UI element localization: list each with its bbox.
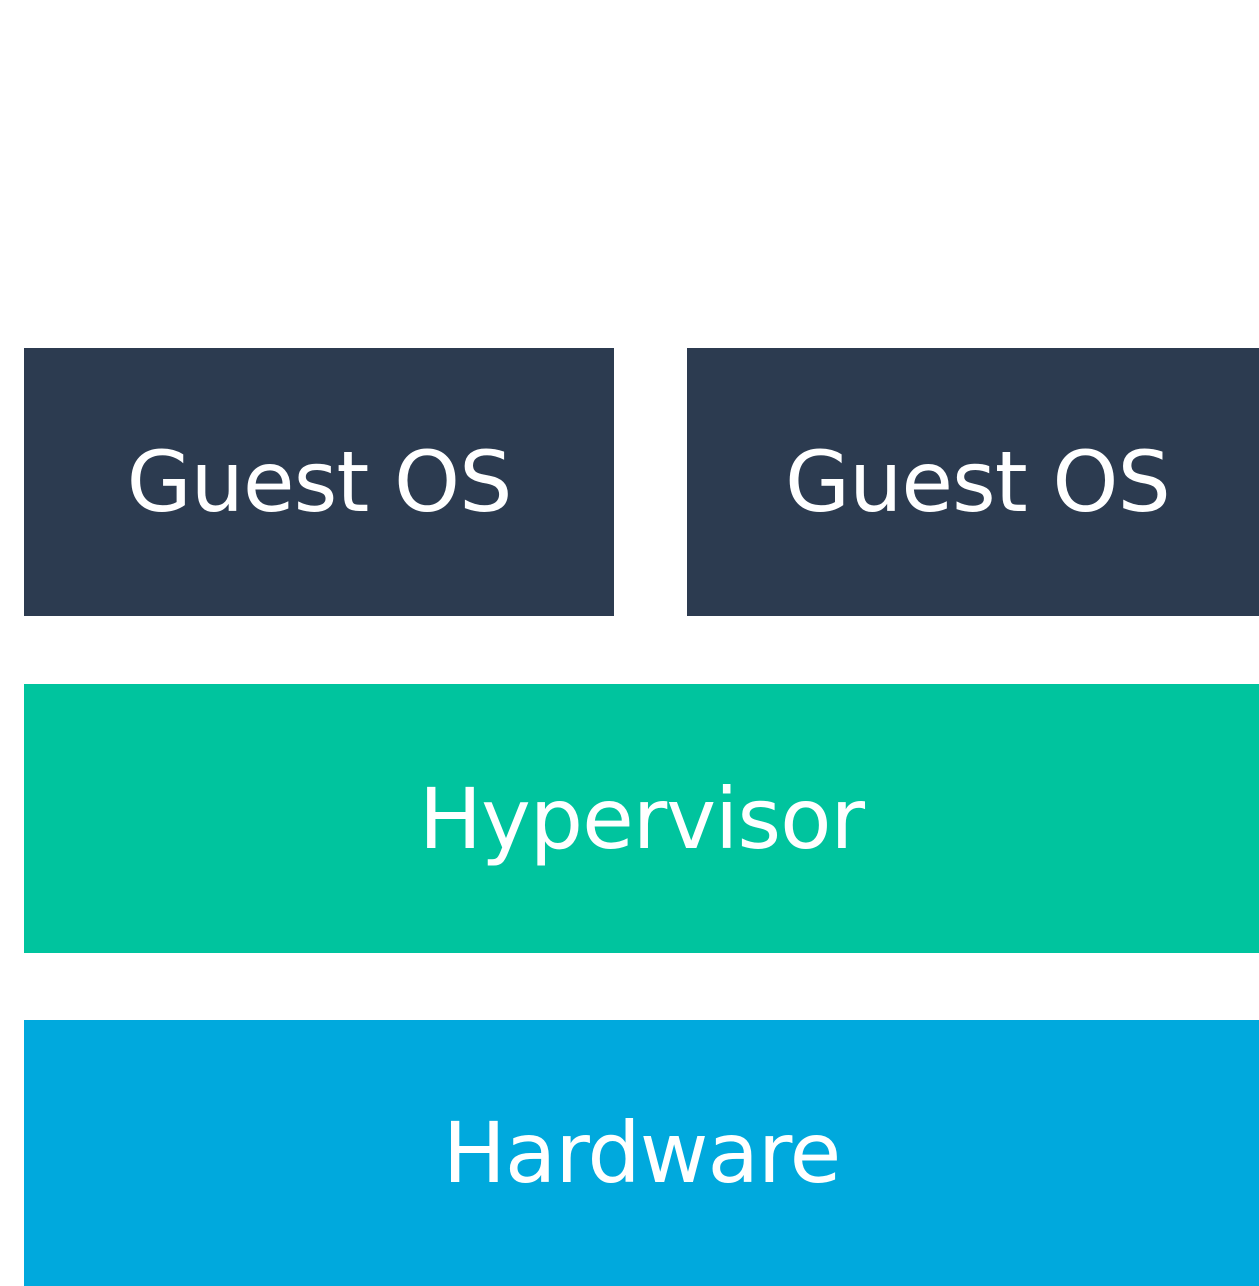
guest-os-block: Guest OS (24, 348, 614, 616)
guest-os-block: Guest OS (687, 348, 1259, 616)
guest-os-label: Guest OS (126, 433, 513, 531)
hardware-block: Hardware (24, 1020, 1259, 1286)
hypervisor-label: Hypervisor (418, 769, 865, 868)
hypervisor-block: Hypervisor (24, 684, 1259, 953)
hardware-label: Hardware (442, 1104, 842, 1202)
guest-os-label: Guest OS (785, 433, 1171, 531)
